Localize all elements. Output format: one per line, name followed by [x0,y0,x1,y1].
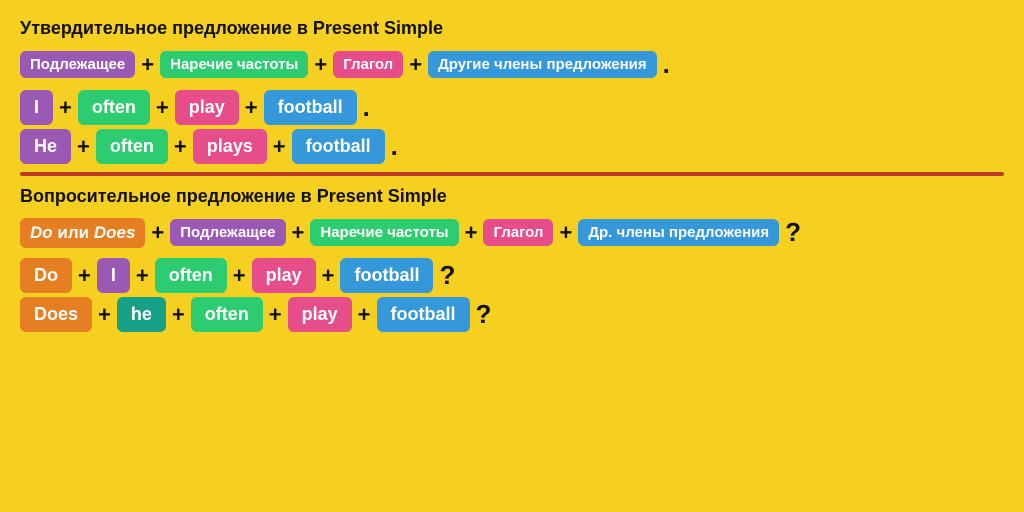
ex1-adverb: often [78,90,150,125]
pill-verb2: Глагол [483,219,553,246]
plus-op-17: + [322,263,335,289]
plus-op-7: + [77,134,90,160]
section-divider [20,172,1004,176]
section1-formula-row: Подлежащее + Наречие частоты + Глагол + … [20,49,1004,80]
plus-op-4: + [59,95,72,121]
pill-verb: Глагол [333,51,403,78]
ex1-verb: play [175,90,239,125]
plus-op-9: + [273,134,286,160]
pill-subject: Подлежащее [20,51,135,78]
ex3-adverb: often [155,258,227,293]
ex2-verb: plays [193,129,267,164]
section2-title: Вопросительное предложение в Present Sim… [20,186,1004,207]
pill-adverb: Наречие частоты [160,51,308,78]
ex4-adverb: often [191,297,263,332]
dot-3: . [391,131,398,162]
plus-op-11: + [292,220,305,246]
plus-op-14: + [78,263,91,289]
ex1-object: football [264,90,357,125]
plus-op-16: + [233,263,246,289]
section2-example2-row: Does + he + often + play + football ? [20,297,1004,332]
section2-formula-row: Do или Does + Подлежащее + Наречие часто… [20,217,1004,248]
ex4-subject: he [117,297,166,332]
question-2: ? [439,260,455,291]
plus-op-10: + [151,220,164,246]
section1-example2-row: He + often + plays + football . [20,129,1004,164]
ex4-auxiliary: Does [20,297,92,332]
section2-example1-row: Do + I + often + play + football ? [20,258,1004,293]
ex3-object: football [340,258,433,293]
ex3-verb: play [252,258,316,293]
plus-op-1: + [141,52,154,78]
ex2-object: football [292,129,385,164]
dot-2: . [363,92,370,123]
plus-op-15: + [136,263,149,289]
section2: Вопросительное предложение в Present Sim… [20,186,1004,332]
pill-other: Другие члены предложения [428,51,657,78]
plus-op-2: + [314,52,327,78]
plus-op-21: + [358,302,371,328]
pill-adverb2: Наречие частоты [310,219,458,246]
ex3-auxiliary: Do [20,258,72,293]
ex3-subject: I [97,258,130,293]
plus-op-12: + [465,220,478,246]
ex1-subject: I [20,90,53,125]
ex4-verb: play [288,297,352,332]
plus-op-8: + [174,134,187,160]
plus-op-3: + [409,52,422,78]
plus-op-19: + [172,302,185,328]
ex2-adverb: often [96,129,168,164]
pill-subject2: Подлежащее [170,219,285,246]
plus-op-13: + [559,220,572,246]
section1-example1-row: I + often + play + football . [20,90,1004,125]
question-1: ? [785,217,801,248]
dot-1: . [663,49,670,80]
pill-other2: Др. члены предложения [578,219,779,246]
section1: Утвердительное предложение в Present Sim… [20,18,1004,164]
plus-op-18: + [98,302,111,328]
plus-op-20: + [269,302,282,328]
section1-title: Утвердительное предложение в Present Sim… [20,18,1004,39]
plus-op-6: + [245,95,258,121]
pill-auxiliary-formula: Do или Does [20,218,145,248]
ex2-subject: He [20,129,71,164]
question-3: ? [476,299,492,330]
plus-op-5: + [156,95,169,121]
ex4-object: football [377,297,470,332]
